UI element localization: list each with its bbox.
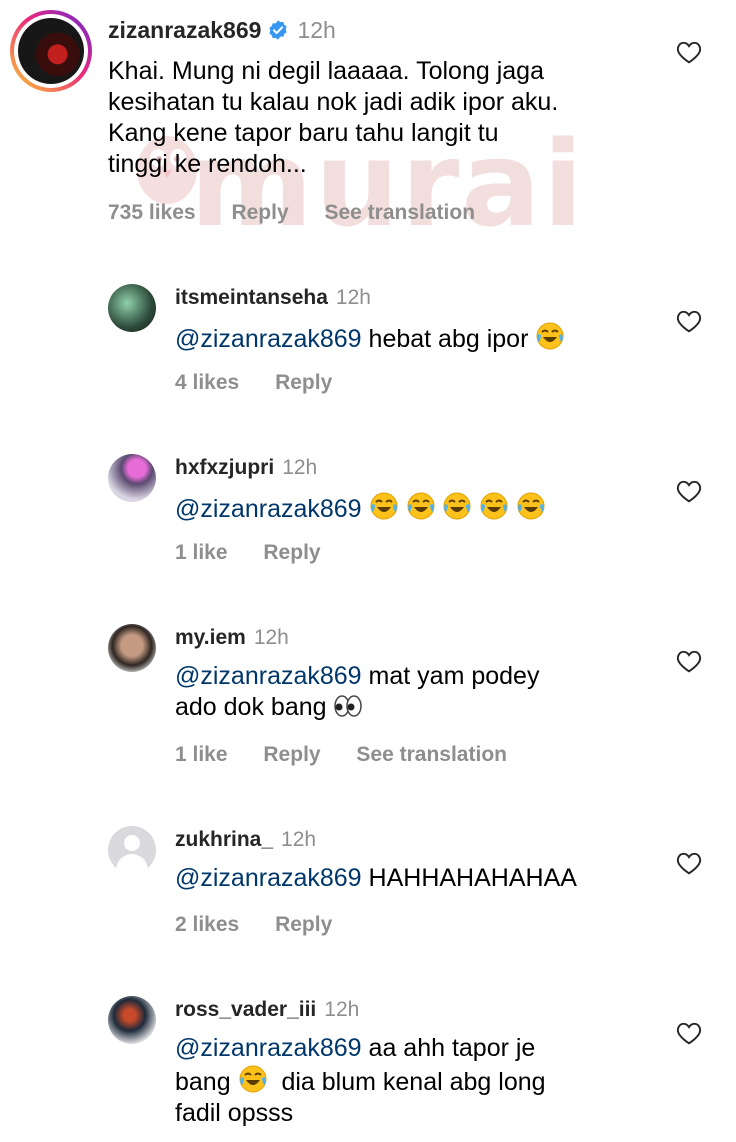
avatar[interactable]: [108, 624, 156, 672]
username[interactable]: my.iem: [175, 626, 246, 649]
username[interactable]: itsmeintanseha: [175, 286, 328, 309]
heart-icon[interactable]: [676, 40, 702, 64]
comment-text: @zizanrazak869 aa ahh tapor je bang dia …: [175, 1033, 546, 1129]
mention-link[interactable]: @zizanrazak869: [175, 662, 362, 690]
avatar[interactable]: [108, 996, 156, 1044]
comment-header: hxfxzjupri 12h: [175, 456, 317, 480]
comment-header: ross_vader_iii 12h: [175, 998, 359, 1022]
comment-text: @zizanrazak869 hebat abg ipor: [175, 321, 565, 355]
reply-text-line3: fadil opsss: [175, 1099, 294, 1127]
heart-icon[interactable]: [676, 649, 702, 673]
comment-text: @zizanrazak869: [175, 491, 546, 525]
username[interactable]: hxfxzjupri: [175, 456, 274, 479]
reply-button[interactable]: Reply: [275, 913, 332, 936]
comment-actions: 4 likes Reply: [175, 371, 362, 395]
username[interactable]: zukhrina_: [175, 828, 273, 851]
verified-badge-icon: [269, 20, 288, 40]
comment-header: my.iem 12h: [175, 626, 289, 650]
comment-actions: 2 likes Reply: [175, 913, 362, 937]
comment-text: @zizanrazak869 mat yam podey ado dok ban…: [175, 661, 539, 723]
timestamp: 12h: [282, 456, 318, 479]
eyes-icon: [334, 695, 363, 717]
likes-count[interactable]: 735 likes: [108, 201, 196, 224]
face-with-tears-of-joy-icon: [370, 492, 398, 520]
see-translation-button[interactable]: See translation: [356, 743, 507, 766]
username[interactable]: zizanrazak869: [108, 17, 261, 43]
comment-line: Kang kene tapor baru tahu langit tu: [108, 119, 499, 147]
comment-line: kesihatan tu kalau nok jadi adik ipor ak…: [108, 88, 559, 116]
likes-count[interactable]: 4 likes: [175, 371, 239, 394]
reply-text-line2-post: dia blum kenal abg long: [267, 1068, 546, 1096]
heart-icon[interactable]: [676, 851, 702, 875]
username[interactable]: ross_vader_iii: [175, 998, 316, 1021]
reply-text-line2: bang: [175, 1068, 238, 1096]
reply-button[interactable]: Reply: [231, 201, 288, 224]
reply-text: HAHHAHAHAHAA: [361, 864, 577, 892]
reply-text: mat yam podey: [361, 662, 540, 690]
reply-text-line2: ado dok bang: [175, 693, 327, 721]
comment-text: Khai. Mung ni degil laaaaa. Tolong jaga …: [108, 56, 558, 180]
likes-count[interactable]: 1 like: [175, 541, 228, 564]
timestamp: 12h: [297, 17, 336, 43]
face-with-tears-of-joy-icon: [480, 492, 508, 520]
see-translation-button[interactable]: See translation: [324, 201, 475, 224]
mention-link[interactable]: @zizanrazak869: [175, 864, 362, 892]
timestamp: 12h: [324, 998, 360, 1021]
avatar[interactable]: [108, 454, 156, 502]
likes-count[interactable]: 1 like: [175, 743, 228, 766]
face-with-tears-of-joy-icon: [443, 492, 471, 520]
reply-text: aa ahh tapor je: [361, 1034, 536, 1062]
comment-header: itsmeintanseha 12h: [175, 286, 371, 310]
avatar[interactable]: [108, 284, 156, 332]
timestamp: 12h: [281, 828, 317, 851]
comment-actions: 1 like Reply See translation: [175, 743, 537, 767]
face-with-tears-of-joy-icon: [407, 492, 434, 520]
face-with-tears-of-joy-icon: [517, 492, 545, 520]
comment-actions: 735 likes Reply See translation: [108, 201, 505, 225]
comment-text: @zizanrazak869 HAHHAHAHAHAA: [175, 863, 577, 894]
comment-actions: 1 like Reply: [175, 541, 351, 565]
reply-button[interactable]: Reply: [263, 541, 320, 564]
comment-line: Khai. Mung ni degil laaaaa. Tolong jaga: [108, 57, 544, 85]
reply-button[interactable]: Reply: [275, 371, 332, 394]
mention-link[interactable]: @zizanrazak869: [175, 495, 362, 523]
likes-count[interactable]: 2 likes: [175, 913, 239, 936]
avatar[interactable]: [108, 826, 156, 874]
timestamp: 12h: [335, 286, 371, 309]
mention-link[interactable]: @zizanrazak869: [175, 1034, 362, 1062]
heart-icon[interactable]: [676, 1021, 702, 1045]
comment-header: zukhrina_ 12h: [175, 828, 316, 852]
avatar[interactable]: [10, 10, 92, 92]
face-with-tears-of-joy-icon: [239, 1065, 267, 1093]
heart-icon[interactable]: [676, 309, 702, 333]
mention-link[interactable]: @zizanrazak869: [175, 325, 362, 353]
timestamp: 12h: [253, 626, 289, 649]
comment-line: tinggi ke rendoh...: [108, 150, 307, 178]
reply-text: hebat abg ipor: [361, 325, 529, 353]
reply-button[interactable]: Reply: [263, 743, 320, 766]
face-with-tears-of-joy-icon: [536, 322, 564, 350]
heart-icon[interactable]: [676, 479, 702, 503]
comment-header: zizanrazak869 12h: [108, 17, 336, 44]
